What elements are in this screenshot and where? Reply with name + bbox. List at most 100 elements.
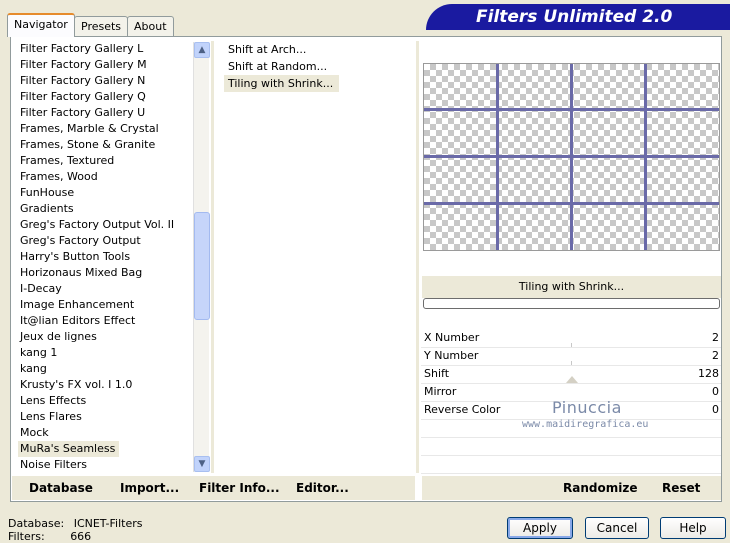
filter-category-list[interactable]: Filter Factory Gallery L Filter Factory G… — [18, 41, 194, 473]
filter-category-item[interactable]: Frames, Stone & Granite — [18, 137, 194, 153]
param-row-x-number[interactable]: X Number 2 — [421, 330, 721, 348]
editor-button[interactable]: Editor... — [296, 481, 349, 495]
param-value: 128 — [698, 367, 719, 380]
param-value: 2 — [712, 349, 719, 362]
filter-category-item[interactable]: Krusty's FX vol. I 1.0 — [18, 377, 194, 393]
column-divider — [416, 41, 419, 473]
reset-button[interactable]: Reset — [662, 481, 700, 495]
preview-tile-line — [424, 108, 719, 111]
column-divider — [211, 41, 214, 473]
status-value: ICNET-Filters — [73, 517, 143, 530]
scrollbar-thumb[interactable] — [194, 212, 210, 320]
slider-tick — [571, 343, 572, 347]
status-value: 666 — [70, 530, 92, 543]
filter-category-item[interactable]: Filter Factory Gallery U — [18, 105, 194, 121]
filter-category-item[interactable]: Filter Factory Gallery L — [18, 41, 194, 57]
slider-thumb-icon[interactable] — [566, 376, 578, 383]
effect-label: Shift at Arch... — [228, 43, 307, 56]
param-name: Shift — [424, 367, 450, 380]
database-button[interactable]: Database — [29, 481, 93, 495]
filter-category-item[interactable]: Filter Factory Gallery N — [18, 73, 194, 89]
filter-category-label: I-Decay — [20, 282, 62, 295]
filter-category-item[interactable]: Noise Filters — [18, 457, 194, 473]
filter-category-label: Krusty's FX vol. I 1.0 — [20, 378, 133, 391]
filter-category-item[interactable]: It@lian Editors Effect — [18, 313, 194, 329]
param-name: Reverse Color — [424, 403, 501, 416]
param-value: 2 — [712, 331, 719, 344]
filter-category-item[interactable]: Frames, Textured — [18, 153, 194, 169]
filter-category-label: Greg's Factory Output Vol. II — [20, 218, 175, 231]
filter-category-item[interactable]: Lens Flares — [18, 409, 194, 425]
filter-category-item[interactable]: Greg's Factory Output — [18, 233, 194, 249]
filter-category-item[interactable]: Greg's Factory Output Vol. II — [18, 217, 194, 233]
filter-category-label: Filter Factory Gallery U — [20, 106, 146, 119]
tab-about[interactable]: About — [127, 16, 174, 36]
effect-item[interactable]: Shift at Arch... — [224, 41, 414, 58]
category-scrollbar[interactable]: ▲ ▼ — [193, 42, 210, 472]
filter-category-label: Lens Flares — [20, 410, 82, 423]
param-value: 0 — [712, 403, 719, 416]
filter-category-label: Gradients — [20, 202, 74, 215]
filter-category-item[interactable]: Horizonaus Mixed Bag — [18, 265, 194, 281]
filter-category-label: Filter Factory Gallery M — [20, 58, 147, 71]
filter-category-label: Mock — [20, 426, 49, 439]
filter-category-label: Noise Filters — [20, 458, 87, 471]
filter-category-item[interactable]: Gradients — [18, 201, 194, 217]
filter-category-label: Horizonaus Mixed Bag — [20, 266, 143, 279]
filter-category-label: Image Enhancement — [20, 298, 135, 311]
filter-category-label: kang — [20, 362, 47, 375]
effect-item[interactable]: Tiling with Shrink... — [224, 75, 414, 92]
filter-category-label: Frames, Wood — [20, 170, 98, 183]
app-banner: Filters Unlimited 2.0 — [426, 4, 730, 30]
filter-category-item[interactable]: Lens Effects — [18, 393, 194, 409]
filter-category-label: Frames, Stone & Granite — [20, 138, 156, 151]
watermark-name: Pinuccia — [552, 398, 622, 417]
filter-category-item[interactable]: Image Enhancement — [18, 297, 194, 313]
filter-category-item[interactable]: kang — [18, 361, 194, 377]
filter-category-item[interactable]: I-Decay — [18, 281, 194, 297]
filter-category-item[interactable]: Filter Factory Gallery Q — [18, 89, 194, 105]
status-filters: Filters: 666 — [8, 530, 91, 543]
filter-category-item[interactable]: Frames, Wood — [18, 169, 194, 185]
filter-category-item[interactable]: Mock — [18, 425, 194, 441]
filter-category-label: Jeux de lignes — [20, 330, 97, 343]
filter-category-label: Filter Factory Gallery L — [20, 42, 144, 55]
filter-category-item[interactable]: Frames, Marble & Crystal — [18, 121, 194, 137]
filter-category-label: Filter Factory Gallery Q — [20, 90, 146, 103]
effect-preview — [423, 63, 720, 251]
filter-category-label: Harry's Button Tools — [20, 250, 131, 263]
filter-info-button[interactable]: Filter Info... — [199, 481, 280, 495]
filter-category-label: It@lian Editors Effect — [20, 314, 136, 327]
param-row-shift[interactable]: Shift 128 — [421, 366, 721, 384]
effect-title: Tiling with Shrink... — [422, 276, 721, 298]
filter-category-label: Frames, Marble & Crystal — [20, 122, 159, 135]
filter-category-label: MuRa's Seamless — [18, 441, 120, 457]
status-database: Database: ICNET-Filters — [8, 517, 142, 530]
param-name: X Number — [424, 331, 480, 344]
filter-category-item[interactable]: MuRa's Seamless — [18, 441, 194, 457]
param-name: Y Number — [424, 349, 479, 362]
randomize-button[interactable]: Randomize — [563, 481, 637, 495]
filter-category-label: Lens Effects — [20, 394, 87, 407]
import-button[interactable]: Import... — [120, 481, 179, 495]
filter-category-item[interactable]: kang 1 — [18, 345, 194, 361]
param-row-y-number[interactable]: Y Number 2 — [421, 348, 721, 366]
effect-list[interactable]: Shift at Arch... Shift at Random... Tiling… — [224, 41, 414, 92]
preview-tile-line — [424, 202, 719, 205]
watermark-url: www.maidiregrafica.eu — [522, 419, 649, 430]
filter-category-item[interactable]: FunHouse — [18, 185, 194, 201]
tab-navigator[interactable]: Navigator — [7, 13, 75, 37]
param-row-empty — [421, 456, 721, 474]
progress-bar — [423, 298, 720, 309]
scroll-down-arrow-icon[interactable]: ▼ — [194, 456, 210, 472]
tab-presets[interactable]: Presets — [74, 16, 129, 36]
filter-category-label: FunHouse — [20, 186, 75, 199]
filter-category-item[interactable]: Jeux de lignes — [18, 329, 194, 345]
filter-category-label: kang 1 — [20, 346, 58, 359]
preview-tile-line — [424, 155, 719, 158]
filter-category-label: Filter Factory Gallery N — [20, 74, 146, 87]
filter-category-item[interactable]: Filter Factory Gallery M — [18, 57, 194, 73]
filter-category-item[interactable]: Harry's Button Tools — [18, 249, 194, 265]
effect-item[interactable]: Shift at Random... — [224, 58, 414, 75]
scroll-up-arrow-icon[interactable]: ▲ — [194, 42, 210, 58]
